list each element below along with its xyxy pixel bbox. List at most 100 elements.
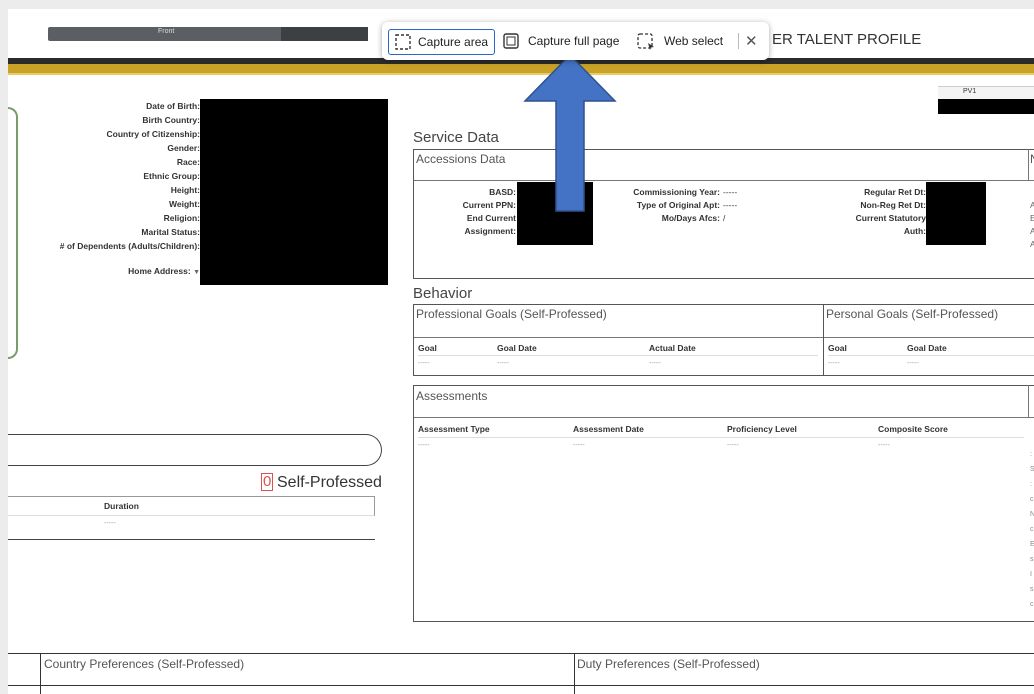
assessments-title: Assessments bbox=[416, 389, 488, 403]
column-header: Goal Date bbox=[497, 343, 537, 353]
close-button[interactable]: ✕ bbox=[745, 29, 758, 53]
accession-label: Type of Original Apt: bbox=[636, 200, 720, 210]
professional-goals-title: Professional Goals (Self-Professed) bbox=[416, 307, 607, 321]
front-tab-end bbox=[281, 27, 368, 41]
profile-photo-edge bbox=[8, 107, 18, 359]
accession-values-redacted-2 bbox=[926, 182, 986, 245]
pers-row-line bbox=[828, 355, 1034, 356]
column-header: Proficiency Level bbox=[727, 424, 797, 434]
assessments-divider bbox=[1028, 385, 1029, 417]
assessments-header-line bbox=[414, 417, 1034, 418]
accession-value: ----- bbox=[723, 200, 738, 210]
empty-cell: ----- bbox=[418, 442, 430, 449]
self-professed-count: 0 bbox=[261, 473, 274, 491]
capture-area-icon bbox=[395, 34, 411, 50]
capture-area-label: Capture area bbox=[418, 35, 489, 49]
home-address-label[interactable]: Home Address: ▼ bbox=[128, 266, 200, 276]
web-select-icon bbox=[637, 33, 654, 50]
front-tab-label: Front bbox=[158, 28, 175, 35]
talent-profile-page: Front ER TALENT PROFILE PV1 Date of Birt… bbox=[8, 9, 1034, 694]
chevron-down-icon[interactable]: ▼ bbox=[193, 269, 200, 276]
page-title: ER TALENT PROFILE bbox=[772, 31, 922, 48]
country-preferences-title: Country Preferences (Self-Professed) bbox=[44, 657, 245, 671]
accession-value: ----- bbox=[723, 187, 738, 197]
pv1-value-redacted bbox=[938, 99, 1034, 114]
column-header: Goal Date bbox=[907, 343, 947, 353]
accession-label: End Current bbox=[466, 213, 516, 223]
empty-cell: ----- bbox=[418, 360, 430, 367]
duration-header-row bbox=[8, 496, 375, 516]
bottom-divider-mid bbox=[574, 653, 575, 694]
personal-label: # of Dependents (Adults/Children): bbox=[59, 241, 200, 251]
column-header: Actual Date bbox=[649, 343, 696, 353]
annotation-arrow-icon bbox=[523, 53, 617, 212]
empty-cell: ----- bbox=[497, 360, 509, 367]
accessions-header-line bbox=[414, 180, 1034, 181]
capture-area-button[interactable]: Capture area bbox=[388, 29, 495, 55]
personal-label: Date of Birth: bbox=[146, 101, 200, 111]
accession-label: Mo/Days Afcs: bbox=[661, 213, 720, 223]
personal-label: Weight: bbox=[168, 199, 200, 209]
pv1-header bbox=[938, 86, 1034, 99]
empty-cell: ----- bbox=[907, 360, 919, 367]
web-select-button[interactable]: Web select bbox=[636, 29, 723, 53]
capture-full-page-icon bbox=[503, 33, 519, 49]
search-pill[interactable] bbox=[8, 434, 382, 466]
behavior-title: Behavior bbox=[413, 285, 473, 302]
accessions-divider bbox=[1028, 149, 1029, 181]
empty-cell: ----- bbox=[727, 442, 739, 449]
personal-label: Religion: bbox=[163, 213, 200, 223]
empty-cell: ----- bbox=[878, 442, 890, 449]
duty-preferences-title: Duty Preferences (Self-Professed) bbox=[577, 657, 760, 671]
web-select-label: Web select bbox=[664, 34, 724, 48]
assess-row-line bbox=[418, 437, 1024, 438]
bottom-preferences-top-line bbox=[8, 653, 1034, 654]
personal-label: Height: bbox=[170, 185, 200, 195]
column-header: Goal bbox=[828, 343, 847, 353]
capture-full-page-label: Capture full page bbox=[528, 34, 620, 48]
empty-cell: ----- bbox=[104, 520, 116, 527]
empty-cell: ----- bbox=[828, 360, 840, 367]
service-data-title: Service Data bbox=[413, 129, 499, 146]
personal-label: Race: bbox=[176, 157, 200, 167]
accession-label: BASD: bbox=[489, 187, 516, 197]
personal-label: Country of Citizenship: bbox=[106, 129, 201, 139]
cutoff-text: AEAA bbox=[1030, 200, 1034, 249]
empty-cell: ----- bbox=[649, 360, 661, 367]
personal-label: Ethnic Group: bbox=[143, 171, 200, 181]
close-icon: ✕ bbox=[745, 33, 758, 50]
bottom-preferences-header-line bbox=[8, 685, 1034, 686]
self-professed-label: Self-Professed bbox=[277, 474, 382, 491]
annotation-arrow-shape bbox=[523, 53, 617, 212]
next-panel-title-partial: N bbox=[1030, 152, 1034, 166]
capture-full-page-button[interactable]: Capture full page bbox=[502, 29, 619, 53]
column-header: Goal bbox=[418, 343, 437, 353]
accession-value: / bbox=[723, 213, 726, 223]
personal-label: Marital Status: bbox=[141, 227, 200, 237]
accession-label: Current PPN: bbox=[462, 200, 516, 210]
accession-label: Commissioning Year: bbox=[633, 187, 720, 197]
toolbar-separator bbox=[738, 33, 739, 49]
accession-label: Auth: bbox=[903, 226, 926, 236]
capture-toolbar: Capture area Capture full page Web selec… bbox=[382, 22, 769, 60]
personal-label: Gender: bbox=[167, 143, 200, 153]
accessions-title: Accessions Data bbox=[416, 152, 506, 166]
bottom-divider-left bbox=[40, 653, 41, 694]
pv1-label: PV1 bbox=[963, 88, 977, 95]
accession-label: Assignment: bbox=[464, 226, 516, 236]
personal-label: Birth Country: bbox=[142, 115, 200, 125]
prof-header-line bbox=[414, 337, 824, 338]
left-table-bottom-line bbox=[8, 539, 375, 540]
pers-header-line bbox=[824, 337, 1034, 338]
column-header: Composite Score bbox=[878, 424, 948, 434]
cutoff-text: :S:cNcEsIsc bbox=[1030, 451, 1034, 608]
accession-label: Non-Reg Ret Dt: bbox=[860, 200, 926, 210]
personal-goals-title: Personal Goals (Self-Professed) bbox=[826, 307, 999, 321]
prof-row-line bbox=[418, 355, 818, 356]
accession-label: Regular Ret Dt: bbox=[864, 187, 926, 197]
empty-cell: ----- bbox=[573, 442, 585, 449]
accession-label: Current Statutory bbox=[855, 213, 926, 223]
duration-header: Duration bbox=[104, 501, 139, 511]
column-header: Assessment Date bbox=[573, 424, 644, 434]
assessments-panel bbox=[413, 385, 1034, 622]
